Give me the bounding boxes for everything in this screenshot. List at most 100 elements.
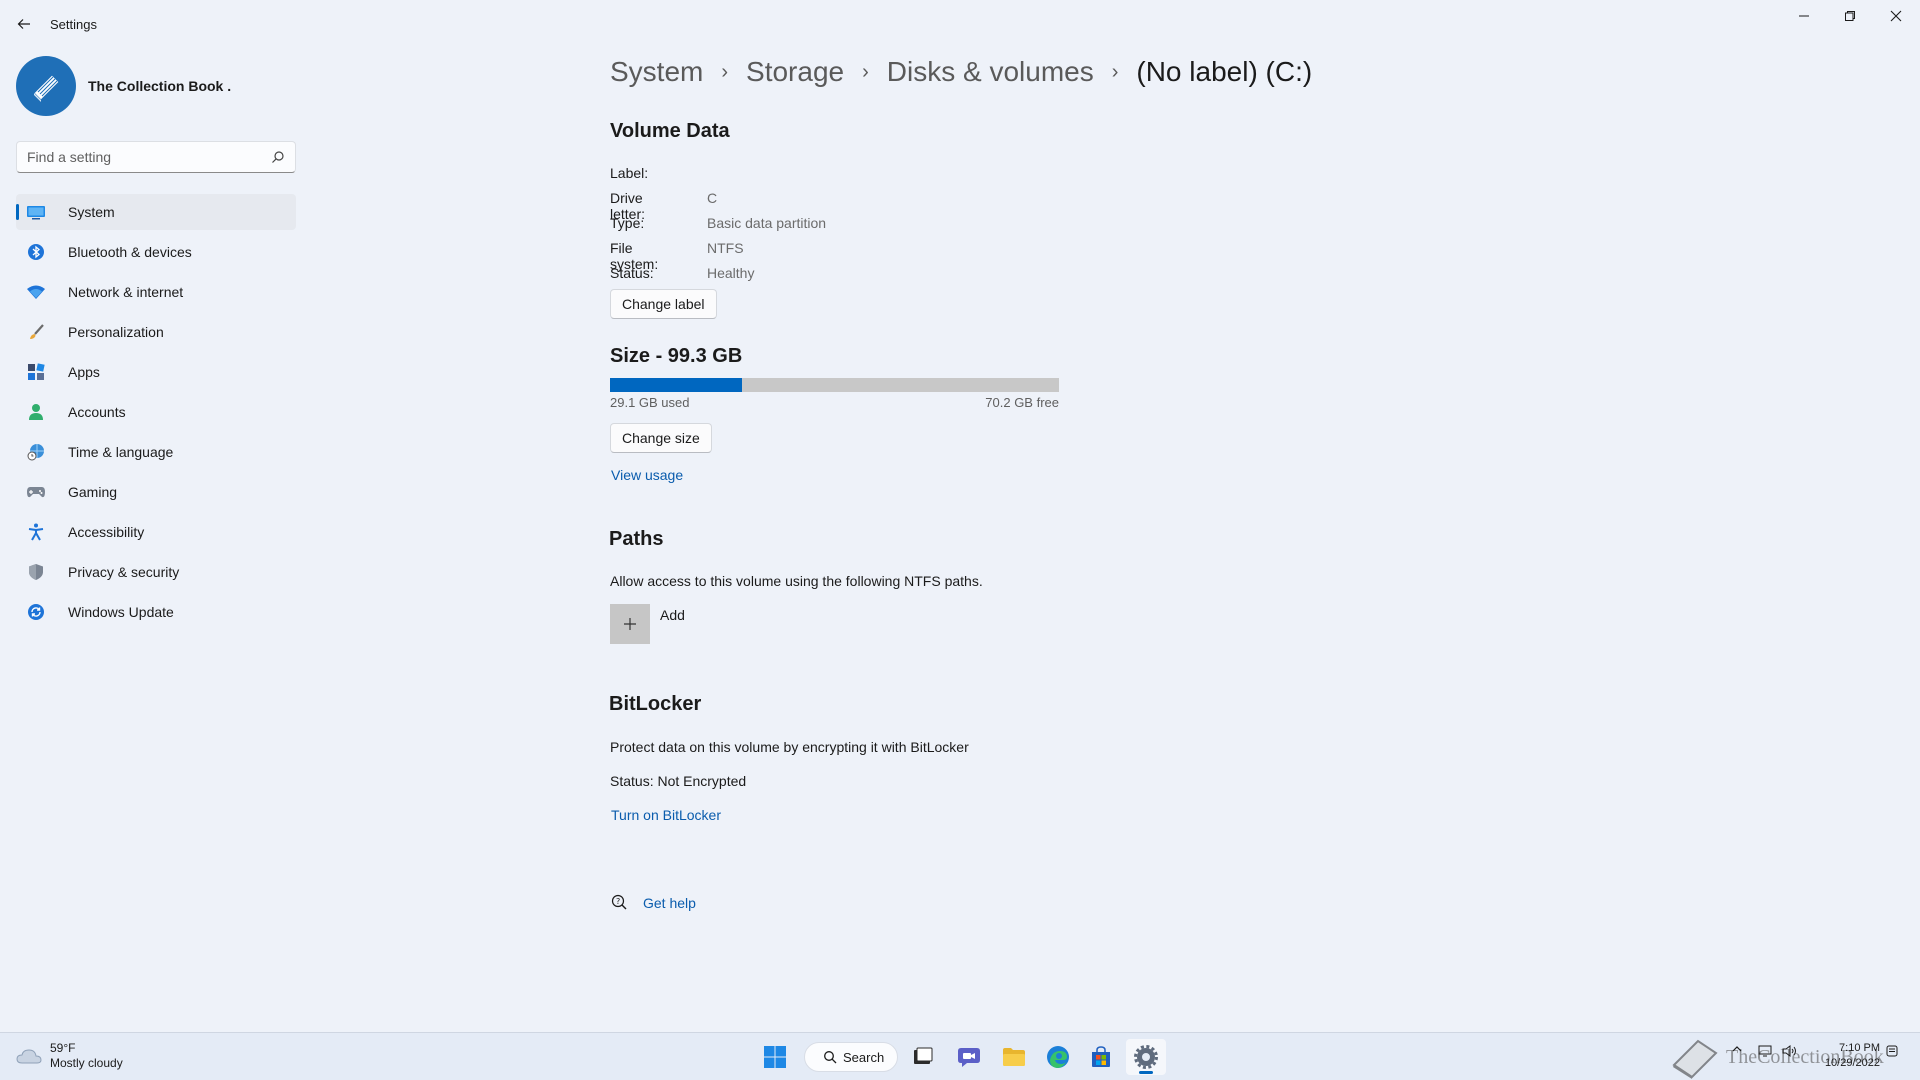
clock-time: 7:10 PM bbox=[1839, 1042, 1880, 1054]
book-icon bbox=[33, 74, 60, 102]
title-bar: Settings bbox=[0, 0, 1920, 48]
breadcrumb-current: (No label) (C:) bbox=[1136, 56, 1313, 87]
paths-description: Allow access to this volume using the fo… bbox=[610, 573, 983, 589]
windows-logo-icon bbox=[764, 1046, 786, 1068]
sidebar-item-system[interactable]: System bbox=[16, 194, 296, 230]
sidebar-item-network[interactable]: Network & internet bbox=[16, 274, 296, 310]
usage-bar-fill bbox=[610, 378, 742, 392]
free-label: 70.2 GB free bbox=[985, 395, 1059, 410]
bluetooth-icon bbox=[26, 242, 46, 262]
clock-date: 10/29/2022 bbox=[1824, 1057, 1880, 1069]
bitlocker-description: Protect data on this volume by encryptin… bbox=[610, 739, 969, 755]
sidebar-item-label: Gaming bbox=[68, 484, 118, 500]
restore-button[interactable] bbox=[1828, 4, 1872, 28]
gear-icon bbox=[1134, 1045, 1158, 1069]
gamepad-icon bbox=[26, 482, 46, 502]
chevron-right-icon: › bbox=[862, 60, 869, 83]
edge-icon bbox=[1047, 1046, 1069, 1068]
start-button[interactable] bbox=[755, 1039, 795, 1075]
sidebar-item-time-language[interactable]: Time & language bbox=[16, 434, 296, 470]
shield-icon bbox=[26, 562, 46, 582]
minimize-icon bbox=[1799, 15, 1809, 17]
turn-on-bitlocker-link[interactable]: Turn on BitLocker bbox=[611, 807, 721, 823]
store-button[interactable] bbox=[1081, 1039, 1121, 1075]
breadcrumb-system[interactable]: System bbox=[610, 56, 703, 88]
chevron-up-icon bbox=[1732, 1046, 1742, 1052]
chevron-right-icon: › bbox=[1111, 60, 1119, 83]
sidebar-nav: System Bluetooth & devices Network & int… bbox=[16, 194, 296, 634]
speaker-icon bbox=[1782, 1045, 1796, 1057]
breadcrumb: System › Storage › Disks & volumes › (No… bbox=[610, 56, 1312, 88]
avatar bbox=[16, 56, 76, 116]
folder-icon bbox=[1003, 1048, 1025, 1066]
field-value: Basic data partition bbox=[707, 215, 827, 231]
close-icon bbox=[1890, 10, 1902, 22]
weather-temp: 59°F bbox=[50, 1041, 76, 1055]
taskbar-search[interactable]: Search bbox=[804, 1042, 898, 1072]
sidebar-item-apps[interactable]: Apps bbox=[16, 354, 296, 390]
search-icon bbox=[824, 1051, 837, 1064]
sidebar-item-label: Personalization bbox=[68, 324, 164, 340]
chat-button[interactable] bbox=[949, 1039, 989, 1075]
clock[interactable]: 7:10 PM 10/29/2022 bbox=[1812, 1041, 1880, 1071]
search-input[interactable] bbox=[27, 149, 271, 165]
change-size-button[interactable]: Change size bbox=[610, 423, 712, 453]
weather-desc: Mostly cloudy bbox=[50, 1056, 123, 1070]
brush-icon bbox=[26, 322, 46, 342]
sidebar-item-personalization[interactable]: Personalization bbox=[16, 314, 296, 350]
search-icon bbox=[272, 151, 284, 163]
help-icon: ? bbox=[610, 894, 628, 917]
file-explorer-button[interactable] bbox=[994, 1039, 1034, 1075]
chat-icon bbox=[958, 1048, 980, 1067]
edge-browser-button[interactable] bbox=[1038, 1039, 1078, 1075]
book-watermark-icon bbox=[1672, 1039, 1718, 1079]
bitlocker-title: BitLocker bbox=[609, 693, 702, 715]
minimize-button[interactable] bbox=[1782, 4, 1826, 28]
breadcrumb-storage[interactable]: Storage bbox=[746, 56, 844, 88]
change-label-button[interactable]: Change label bbox=[610, 289, 717, 319]
add-path-button[interactable] bbox=[610, 604, 650, 644]
sidebar-item-label: Network & internet bbox=[68, 284, 184, 300]
volume-button[interactable] bbox=[1782, 1045, 1798, 1060]
chevron-right-icon: › bbox=[721, 60, 729, 83]
field-value: C bbox=[707, 190, 718, 206]
apps-icon bbox=[26, 362, 46, 382]
task-view-icon bbox=[914, 1047, 933, 1064]
sidebar-item-gaming[interactable]: Gaming bbox=[16, 474, 296, 510]
network-status-button[interactable] bbox=[1758, 1045, 1772, 1060]
view-usage-link[interactable]: View usage bbox=[611, 467, 683, 483]
back-arrow-icon bbox=[17, 19, 30, 29]
sidebar-item-label: System bbox=[68, 204, 115, 220]
sidebar-item-label: Time & language bbox=[68, 444, 174, 460]
accessibility-icon bbox=[26, 522, 46, 542]
sidebar-item-privacy[interactable]: Privacy & security bbox=[16, 554, 296, 590]
sidebar-item-label: Bluetooth & devices bbox=[68, 244, 192, 260]
system-icon bbox=[26, 202, 46, 222]
weather-widget[interactable]: 59°F Mostly cloudy bbox=[16, 1041, 123, 1071]
profile-card[interactable]: The Collection Book . bbox=[16, 56, 231, 116]
notifications-button[interactable] bbox=[1886, 1045, 1898, 1060]
used-label: 29.1 GB used bbox=[610, 395, 690, 410]
sidebar-item-bluetooth[interactable]: Bluetooth & devices bbox=[16, 234, 296, 270]
back-button[interactable] bbox=[12, 12, 36, 36]
sidebar-item-accessibility[interactable]: Accessibility bbox=[16, 514, 296, 550]
add-path-label[interactable]: Add bbox=[660, 607, 685, 623]
sidebar-item-accounts[interactable]: Accounts bbox=[16, 394, 296, 430]
size-title: Size - 99.3 GB bbox=[610, 345, 743, 367]
get-help-link[interactable]: Get help bbox=[643, 895, 696, 911]
paths-title: Paths bbox=[609, 528, 664, 550]
settings-taskbar-button[interactable] bbox=[1126, 1039, 1166, 1075]
search-box[interactable] bbox=[16, 141, 296, 173]
sidebar-item-label: Windows Update bbox=[68, 604, 174, 620]
app-title: Settings bbox=[50, 17, 97, 32]
breadcrumb-disks-volumes[interactable]: Disks & volumes bbox=[887, 56, 1094, 88]
sidebar-item-label: Privacy & security bbox=[68, 564, 180, 580]
show-hidden-icons-button[interactable] bbox=[1732, 1043, 1742, 1057]
sidebar-item-windows-update[interactable]: Windows Update bbox=[16, 594, 296, 630]
profile-name: The Collection Book . bbox=[88, 78, 232, 94]
field-key: Label: bbox=[610, 165, 649, 181]
taskbar: 59°F Mostly cloudy Search TheCollectionB… bbox=[0, 1032, 1920, 1080]
close-button[interactable] bbox=[1874, 4, 1918, 28]
task-view-button[interactable] bbox=[903, 1039, 943, 1075]
update-icon bbox=[26, 602, 46, 622]
